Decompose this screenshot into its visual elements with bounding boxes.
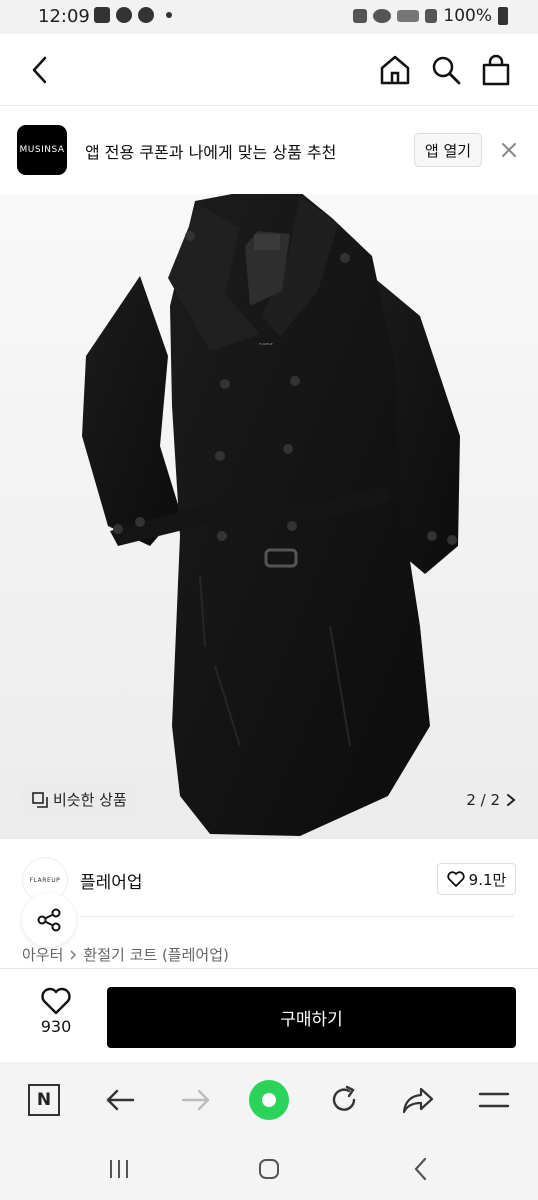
image-page-counter[interactable]: 2 / 2 [466, 783, 516, 816]
similar-products-button[interactable]: 비슷한 상품 [22, 783, 137, 816]
system-back-button[interactable] [406, 1154, 436, 1184]
chevron-left-icon [32, 56, 47, 84]
home-icon [380, 55, 410, 85]
status-time: 12:09 [38, 6, 90, 27]
page-counter-text: 2 / 2 [466, 790, 500, 809]
top-navigation [0, 34, 538, 106]
arrow-left-icon [106, 1089, 135, 1111]
status-bar: 12:09 100% [0, 0, 538, 34]
battery-icon [498, 7, 508, 25]
volte-icon [397, 10, 420, 22]
system-back-icon [414, 1157, 427, 1181]
browser-forward-button[interactable] [176, 1080, 216, 1120]
banner-close-button[interactable] [498, 139, 520, 161]
brand-name[interactable]: 플레어업 [80, 868, 143, 893]
chevron-right-icon [70, 949, 77, 960]
similar-products-label: 비슷한 상품 [53, 791, 127, 809]
green-dot-icon [249, 1080, 289, 1120]
system-navigation-bar [0, 1138, 538, 1200]
purchase-action-bar: 930 구매하기 [0, 968, 538, 1062]
browser-share-button[interactable] [398, 1080, 438, 1120]
gallery-icon [94, 7, 110, 23]
heart-icon [41, 987, 71, 1015]
system-status-icons: 100% [353, 6, 508, 26]
brand-like-count: 9.1만 [468, 870, 507, 889]
more-notifications-icon [166, 12, 172, 18]
browser-toolbar: N [0, 1062, 538, 1138]
brand-row: FLAREUP 플레어업 9.1만 [0, 855, 538, 905]
cart-button[interactable] [478, 52, 514, 88]
search-button[interactable] [428, 52, 464, 88]
buy-button[interactable]: 구매하기 [107, 987, 516, 1048]
forward-share-icon [402, 1087, 434, 1114]
talk-icon [116, 7, 132, 23]
heart-icon [447, 871, 465, 887]
recent-apps-button[interactable] [104, 1154, 134, 1184]
arrow-right-icon [181, 1089, 210, 1111]
green-dot-button[interactable] [249, 1080, 289, 1120]
wishlist-button[interactable]: 930 [28, 987, 84, 1047]
banner-text: 앱 전용 쿠폰과 나에게 맞는 상품 추천 [85, 143, 337, 162]
signal-icon [425, 9, 438, 23]
breadcrumb: 아우터 환절기 코트 (플레어업) [22, 944, 229, 965]
recent-apps-icon [110, 1160, 128, 1178]
back-button[interactable] [22, 52, 58, 88]
shopping-bag-icon [482, 54, 510, 86]
breadcrumb-item[interactable]: 환절기 코트 (플레어업) [83, 944, 228, 965]
open-app-button[interactable]: 앱 열기 [414, 133, 482, 167]
chevron-right-icon [507, 793, 516, 806]
search-icon [432, 56, 461, 85]
home-button[interactable] [377, 52, 413, 88]
share-button[interactable] [22, 893, 76, 947]
breadcrumb-category[interactable]: 아우터 [22, 944, 63, 965]
mute-icon [353, 9, 368, 23]
trench-coat-image [82, 192, 460, 836]
copy-icon [32, 791, 48, 808]
share-icon [37, 908, 61, 932]
browser-menu-button[interactable] [474, 1080, 514, 1120]
reload-icon [332, 1085, 356, 1111]
browser-back-button[interactable] [100, 1080, 140, 1120]
home-circle-icon [259, 1159, 279, 1179]
product-image[interactable]: FLAREUP [0, 106, 538, 839]
app-notification-icon [138, 7, 154, 23]
reload-button[interactable] [324, 1080, 364, 1120]
divider [80, 916, 514, 917]
app-promo-banner: MUSINSA 앱 전용 쿠폰과 나에게 맞는 상품 추천 앱 열기 [0, 106, 538, 194]
battery-percent: 100% [443, 6, 492, 26]
wishlist-count: 930 [40, 1017, 72, 1036]
hamburger-menu-icon [478, 1092, 510, 1108]
musinsa-logo: MUSINSA [17, 125, 67, 175]
naver-n-icon: N [28, 1084, 60, 1116]
naver-home-button[interactable]: N [24, 1080, 64, 1120]
close-icon [502, 143, 516, 157]
notification-icons [94, 7, 172, 23]
wifi-icon [373, 9, 392, 23]
brand-like-button[interactable]: 9.1만 [437, 863, 516, 895]
home-system-button[interactable] [254, 1154, 284, 1184]
coat-label-text: FLAREUP [259, 342, 273, 346]
